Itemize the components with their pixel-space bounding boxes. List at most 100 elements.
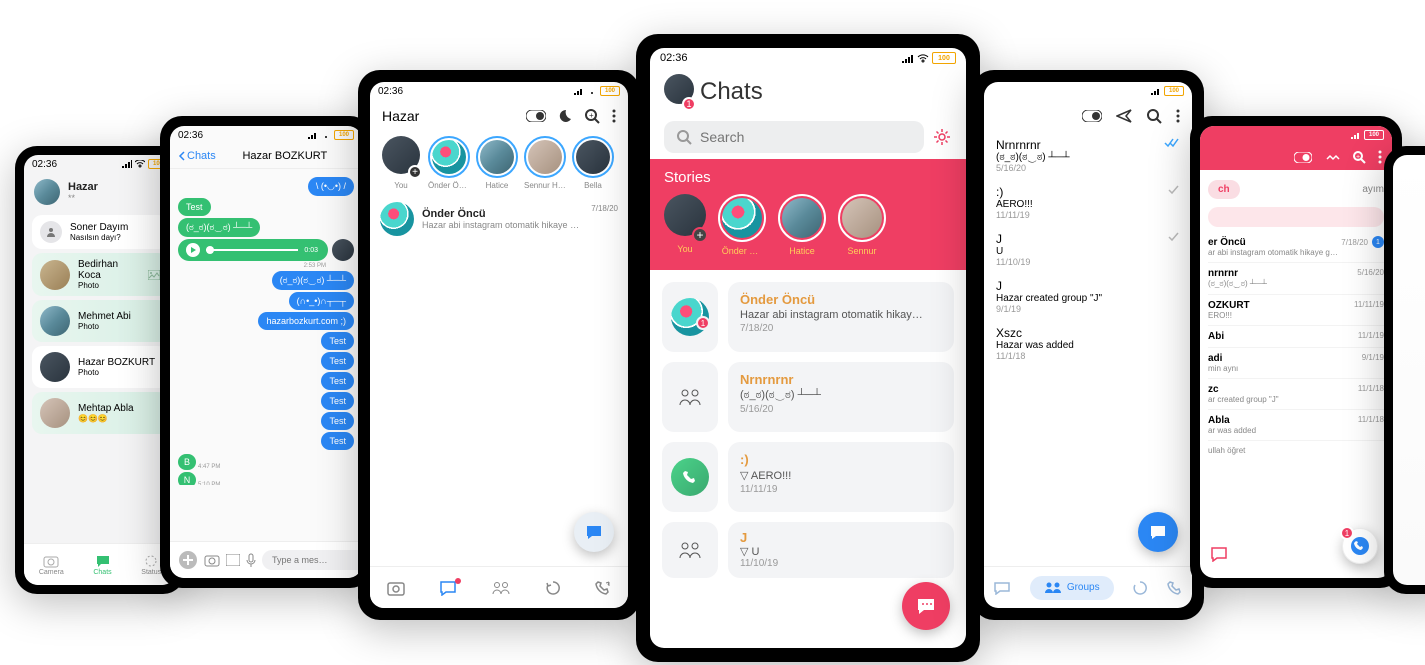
badge: 1 — [682, 97, 696, 111]
list-item[interactable]: Mehtap Abla😊😊😊 — [32, 392, 168, 434]
message-bubble[interactable]: (ಠ_ಠ)(ಠ‿ಠ) ┴─┴ — [178, 218, 260, 237]
chat-item[interactable]: Önder ÖncüHazar abi instagram otomatik h… — [370, 194, 628, 244]
mic-icon[interactable] — [246, 553, 256, 567]
chat-item[interactable]: adi9/1/19 min aynı — [1208, 348, 1384, 379]
search-icon[interactable]: + — [1352, 150, 1366, 164]
story-you[interactable]: +You — [380, 136, 422, 190]
list-item[interactable]: Soner DayımNasılsın dayı? — [32, 215, 168, 249]
list-item[interactable]: Bedirhan KocaPhoto — [32, 253, 168, 296]
toggle-icon[interactable] — [1294, 152, 1312, 163]
toggle-icon[interactable] — [1082, 110, 1102, 122]
story-item[interactable]: Sennur Hoca — [524, 136, 566, 190]
chat-item[interactable]: Abla11/1/18 ar was added — [1208, 410, 1384, 441]
tab-chats[interactable]: Chats — [93, 554, 111, 576]
avatar[interactable]: 1 — [664, 74, 694, 109]
compose-icon[interactable] — [1210, 546, 1228, 562]
nav-camera[interactable] — [387, 580, 405, 596]
msg-pill[interactable]: B — [178, 454, 196, 470]
message-bubble[interactable]: Test — [321, 332, 354, 350]
svg-text:+: + — [1356, 154, 1360, 161]
search-input[interactable] — [700, 129, 912, 145]
message-bubble[interactable]: (∩•_•)∩┬─┬ — [289, 292, 354, 310]
story-item[interactable]: Sennur — [838, 194, 886, 256]
moon-icon[interactable] — [558, 109, 572, 123]
more-icon[interactable] — [1176, 109, 1180, 123]
message-bubble[interactable]: Test — [321, 352, 354, 370]
story-item[interactable]: Hatice — [778, 194, 826, 256]
chat-item[interactable]: :) AERO!!! 11/11/19 — [996, 179, 1180, 226]
story-item[interactable]: Bella — [572, 136, 614, 190]
check-icon — [1164, 138, 1180, 148]
chat-item[interactable]: Nrnrnrnr (ಠ_ಠ)(ಠ‿ಠ) ┴─┴ 5/16/20 — [996, 132, 1180, 179]
nav-calls[interactable] — [595, 580, 611, 596]
nav-chats[interactable] — [993, 581, 1011, 595]
compose-fab[interactable] — [1138, 512, 1178, 552]
wave-icon[interactable] — [1324, 150, 1340, 164]
nav-groups[interactable] — [491, 581, 511, 595]
tab-status[interactable]: Status — [141, 554, 161, 576]
message-bubble[interactable]: \ (•◡•) / — [308, 177, 354, 196]
nav-chats[interactable] — [439, 580, 457, 596]
chat-item[interactable]: Xszc Hazar was added 11/1/18 — [996, 320, 1180, 367]
toggle-icon[interactable] — [526, 110, 546, 122]
tab-camera[interactable]: Camera — [39, 554, 64, 576]
chat-item[interactable]: 1 Önder Öncü Hazar abi instagram otomati… — [662, 282, 954, 352]
compose-fab[interactable] — [574, 512, 614, 552]
chat-msg: Photo — [78, 322, 131, 331]
chat-item[interactable]: OZKURT11/11/19 ERO!!! — [1208, 295, 1384, 326]
chat-item[interactable]: ullah öğret — [1208, 441, 1384, 460]
story-item[interactable]: Hatice — [476, 136, 518, 190]
story-item[interactable]: Önder Öncü — [428, 136, 470, 190]
nav-calls[interactable] — [1167, 580, 1183, 596]
avatar[interactable] — [34, 179, 60, 205]
compose-fab[interactable] — [902, 582, 950, 630]
voice-message[interactable]: 0:03 — [178, 239, 328, 261]
chat-item[interactable]: zc11/1/18 ar created group "J" — [1208, 379, 1384, 410]
chat-item[interactable]: nrnrnr5/16/20 (ಠ_ಠ)(ಠ‿ಠ) ┴─┴ — [1208, 263, 1384, 295]
message-bubble[interactable]: (ಠ_ಠ)(ಠ‿ಠ) ┴─┴ — [272, 271, 354, 290]
battery-icon: 100 — [600, 86, 620, 96]
wifi-icon — [135, 160, 145, 168]
chat-title: Hazar BOZKURT — [216, 150, 354, 162]
chat-name: Önder Öncü — [740, 292, 942, 307]
chat-item[interactable]: J Hazar created group "J" 9/1/19 — [996, 273, 1180, 320]
nav-status[interactable] — [1132, 580, 1148, 596]
story-item[interactable]: Önder … — [718, 194, 766, 256]
more-icon[interactable] — [1378, 150, 1382, 164]
nav-status[interactable] — [545, 580, 561, 596]
tab-active[interactable]: ch — [1208, 180, 1240, 199]
chat-item[interactable]: :) ▽ AERO!!! 11/11/19 — [662, 442, 954, 512]
nav-groups[interactable]: Groups — [1030, 576, 1114, 600]
badge-dot — [455, 578, 461, 584]
search-icon[interactable] — [1146, 108, 1162, 124]
story-you[interactable]: +You — [664, 194, 706, 256]
message-bubble[interactable]: Test — [321, 372, 354, 390]
message-bubble[interactable]: hazarbozkurt.com ;) — [258, 312, 354, 330]
search-field[interactable] — [664, 121, 924, 153]
more-icon[interactable] — [612, 109, 616, 123]
send-icon[interactable] — [1116, 109, 1132, 123]
message-bubble[interactable]: Test — [321, 412, 354, 430]
chat-item[interactable]: er Öncü7/18/201 ar abi instagram otomati… — [1208, 231, 1384, 263]
selected-row[interactable] — [1208, 207, 1384, 227]
chat-item[interactable]: Abi11/1/19 — [1208, 326, 1384, 348]
whatsapp-fab[interactable]: 1 — [1342, 528, 1378, 564]
list-item[interactable]: Hazar BOZKURTPhoto — [32, 346, 168, 388]
msg-pill[interactable]: N — [178, 472, 196, 485]
back-button[interactable]: Chats — [178, 150, 216, 162]
image-icon[interactable] — [226, 554, 240, 566]
chat-item[interactable]: J ▽ U 11/10/19 — [662, 522, 954, 578]
message-bubble[interactable]: Test — [321, 392, 354, 410]
message-bubble[interactable]: Test — [178, 198, 211, 216]
gear-icon[interactable] — [932, 127, 952, 147]
chat-item[interactable]: Nrnrnrnr (ಠ_ಠ)(ಠ‿ಠ) ┴─┴ 5/16/20 — [662, 362, 954, 432]
chat-item[interactable]: J U 11/10/19 — [996, 226, 1180, 273]
check-icon — [1168, 185, 1180, 195]
list-item[interactable]: Mehmet AbiPhoto — [32, 300, 168, 342]
message-input[interactable] — [262, 550, 362, 570]
search-icon[interactable]: + — [584, 108, 600, 124]
add-button[interactable] — [178, 550, 198, 570]
camera-icon[interactable] — [204, 553, 220, 567]
message-bubble[interactable]: Test — [321, 432, 354, 450]
partial-text: ayım — [1362, 184, 1384, 195]
